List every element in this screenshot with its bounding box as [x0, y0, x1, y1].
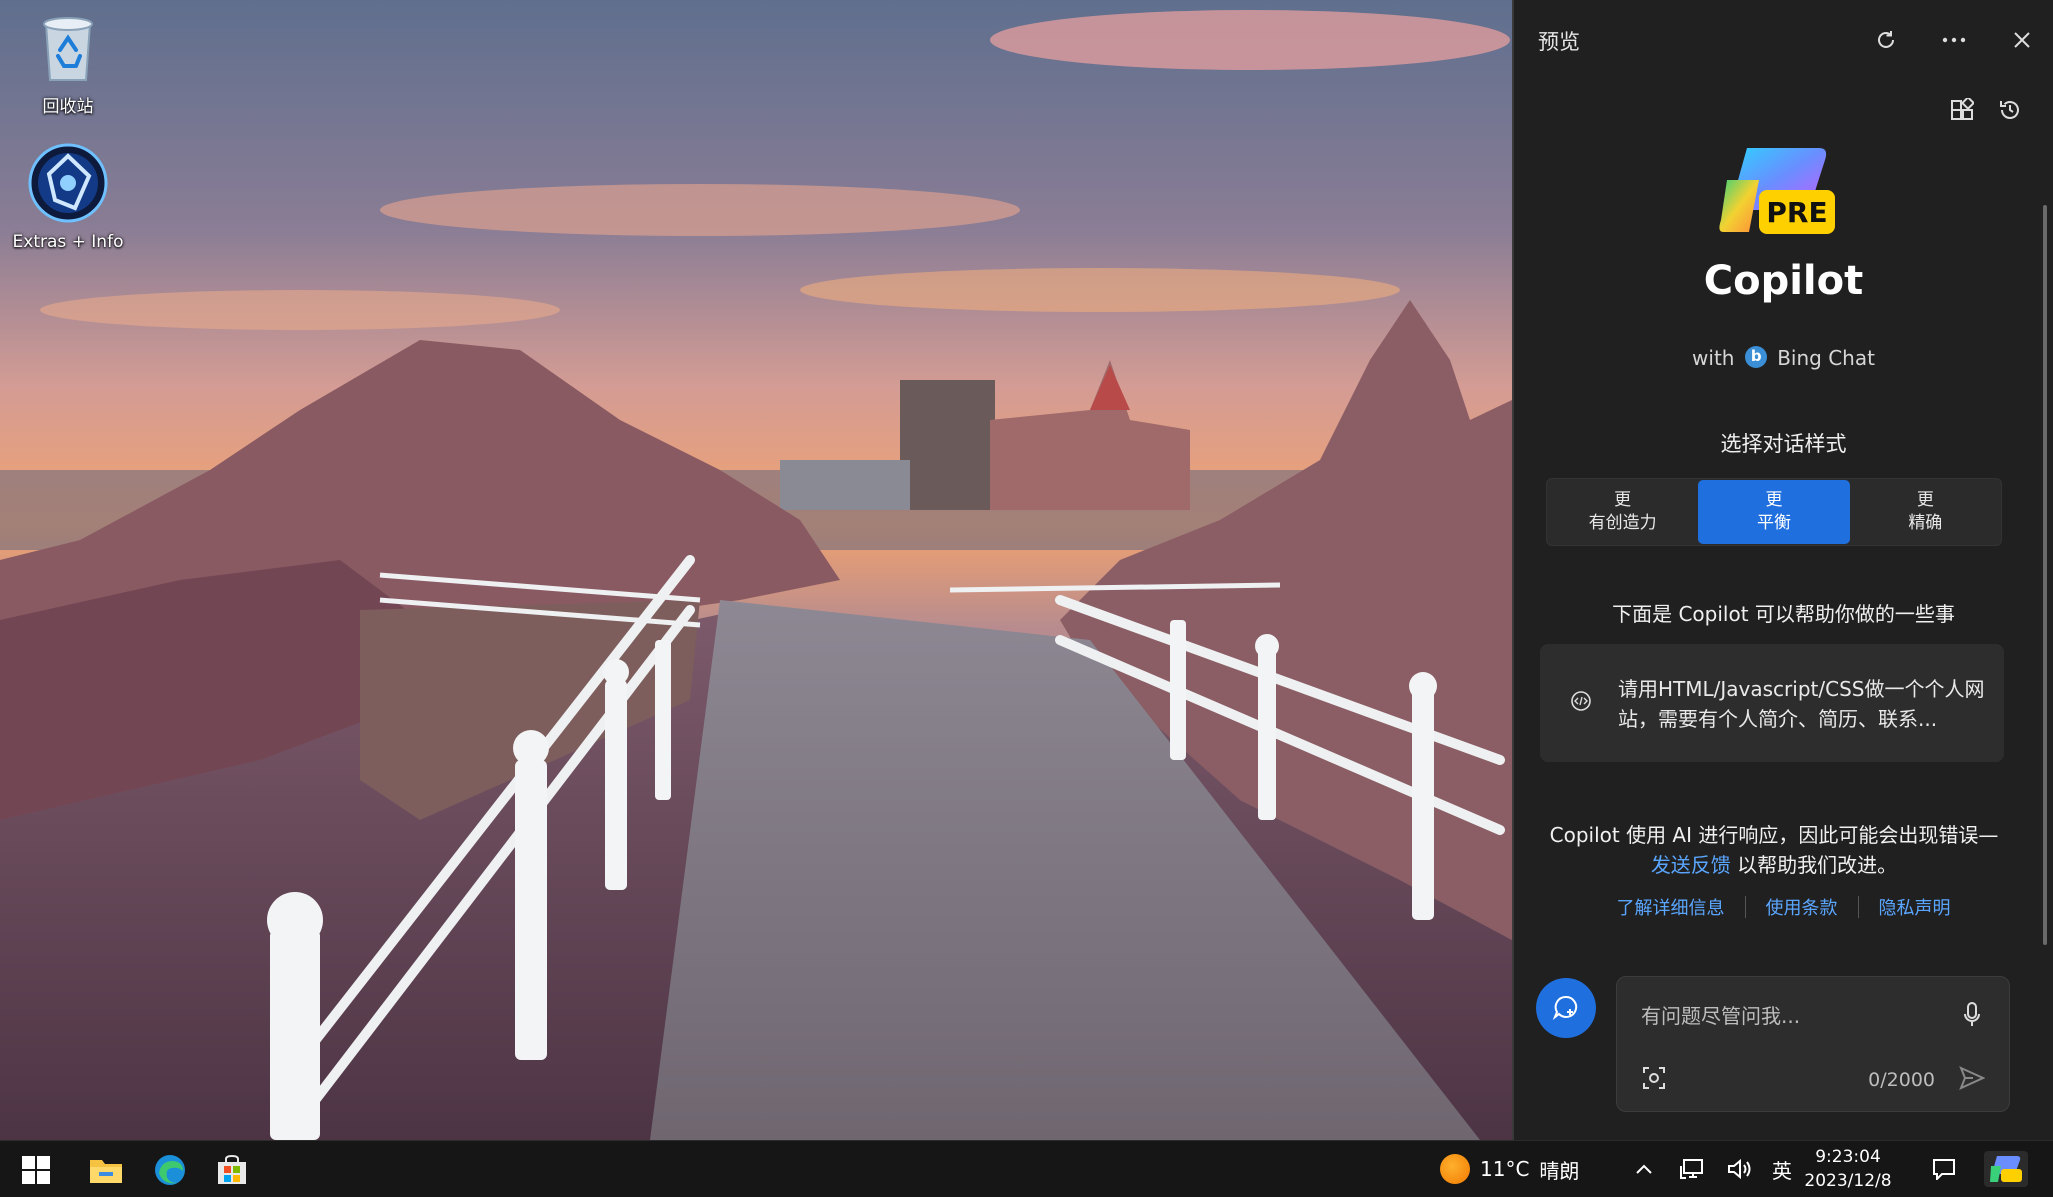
- copilot-scrollbar[interactable]: [2043, 205, 2047, 945]
- new-topic-button[interactable]: [1536, 978, 1596, 1038]
- send-feedback-link[interactable]: 发送反馈: [1651, 853, 1731, 877]
- disclaimer-text-end: 以帮助我们改进。: [1730, 853, 1898, 877]
- conversation-style-selector: 更 有创造力 更 平衡 更 精确: [1546, 478, 2002, 546]
- windows-start-icon: [22, 1156, 50, 1184]
- chat-composer: 0/2000: [1616, 976, 2010, 1112]
- copilot-header-title: 预览: [1538, 30, 1580, 54]
- terms-of-use-link[interactable]: 使用条款: [1746, 894, 1858, 920]
- input-language-button[interactable]: 英: [1764, 1151, 1800, 1187]
- clock[interactable]: 9:23:04 2023/12/8: [1798, 1145, 1898, 1193]
- copilot-sidebar: 预览 PRE Copilot with b Bing Chat 选择对话样式 更…: [1512, 0, 2053, 1140]
- sunny-weather-icon: [1440, 1154, 1470, 1184]
- desktop-icon-label: Extras + Info: [12, 232, 124, 252]
- character-count: 0/2000: [1868, 1069, 1935, 1091]
- ask-input[interactable]: [1639, 999, 1943, 1033]
- start-button[interactable]: [10, 1147, 62, 1193]
- product-name: Copilot: [1703, 258, 1864, 304]
- clock-time: 9:23:04: [1815, 1147, 1881, 1167]
- image-capture-icon: [1643, 1067, 1665, 1089]
- new-chat-icon: [1552, 995, 1578, 1020]
- footer-links: 了解详细信息 使用条款 隐私声明: [1514, 894, 2053, 920]
- style-line2: 平衡: [1756, 513, 1791, 533]
- plugins-button[interactable]: [1942, 90, 1982, 130]
- refresh-button[interactable]: [1866, 20, 1906, 60]
- microsoft-store-icon: [218, 1154, 246, 1184]
- disclaimer: Copilot 使用 AI 进行响应，因此可能会出现错误— 发送反馈 以帮助我们改…: [1544, 820, 2004, 880]
- weather-description: 晴朗: [1539, 1158, 1580, 1183]
- desktop-icon-label: 回收站: [42, 97, 94, 117]
- chevron-up-icon: [1636, 1164, 1652, 1174]
- style-line1: 更: [1765, 490, 1783, 510]
- weather-temperature: 11°C: [1480, 1157, 1530, 1181]
- volume-button[interactable]: [1722, 1151, 1758, 1187]
- bing-chat-label: Bing Chat: [1777, 346, 1875, 370]
- network-icon: [1680, 1159, 1703, 1179]
- notification-icon: [1933, 1159, 1955, 1180]
- microphone-icon: [1964, 1002, 1980, 1026]
- close-button[interactable]: [2002, 20, 2042, 60]
- taskbar-edge[interactable]: [144, 1147, 196, 1193]
- wallpaper-landscape: [0, 0, 1512, 1140]
- more-options-button[interactable]: [1934, 20, 1974, 60]
- style-line1: 更: [1916, 490, 1934, 510]
- show-hidden-icons-button[interactable]: [1626, 1151, 1662, 1187]
- clock-date: 2023/12/8: [1804, 1171, 1892, 1191]
- learn-more-link[interactable]: 了解详细信息: [1597, 894, 1745, 920]
- history-icon: [2000, 101, 2019, 119]
- desktop-icon-recycle-bin[interactable]: 回收站: [8, 10, 128, 117]
- disclaimer-text: Copilot 使用 AI 进行响应，因此可能会出现错误—: [1549, 823, 1999, 847]
- taskbar-file-explorer[interactable]: [80, 1147, 132, 1193]
- speaker-icon: [1728, 1158, 1751, 1180]
- conversation-style-title: 选择对话样式: [1720, 432, 1847, 456]
- weather-widget[interactable]: 11°C 晴朗: [1440, 1149, 1579, 1189]
- history-button[interactable]: [1990, 90, 2030, 130]
- logo-badge: PRE: [1766, 196, 1827, 229]
- style-line2: 有创造力: [1588, 513, 1657, 533]
- send-icon: [1959, 1066, 1985, 1090]
- plugins-icon: [1951, 98, 1974, 120]
- privacy-statement-link[interactable]: 隐私声明: [1859, 894, 1971, 920]
- with-label: with: [1692, 346, 1735, 370]
- notification-center-button[interactable]: [1926, 1151, 1962, 1187]
- desktop: 回收站 Extras + Info: [0, 0, 1512, 1140]
- style-balanced-button[interactable]: 更 平衡: [1698, 480, 1850, 544]
- network-button[interactable]: [1674, 1151, 1710, 1187]
- desktop-icon-extras-info[interactable]: Extras + Info: [8, 142, 128, 252]
- help-title: 下面是 Copilot 可以帮助你做的一些事: [1612, 602, 1955, 626]
- copilot-icon: [1990, 1156, 2022, 1182]
- copilot-logo: PRE: [1719, 148, 1835, 234]
- extras-info-icon: [28, 143, 108, 223]
- style-precise-button[interactable]: 更 精确: [1850, 479, 2001, 545]
- taskbar: 11°C 晴朗 英 9:23:04 2023/12/8: [0, 1140, 2053, 1197]
- screen-capture-button[interactable]: [1639, 1063, 1669, 1093]
- style-line1: 更: [1614, 490, 1632, 510]
- file-explorer-icon: [90, 1160, 122, 1183]
- code-icon: [1571, 691, 1591, 711]
- suggestion-text: 请用HTML/Javascript/CSS做一个个人网站，需要有个人简介、简历、…: [1618, 677, 1985, 731]
- suggestion-card[interactable]: 请用HTML/Javascript/CSS做一个个人网站，需要有个人简介、简历、…: [1540, 644, 2004, 762]
- refresh-icon: [1878, 31, 1894, 48]
- more-options-icon: [1942, 37, 1966, 43]
- with-bing-chat: with b Bing Chat: [1514, 346, 2053, 370]
- bing-icon: b: [1744, 346, 1767, 368]
- taskbar-microsoft-store[interactable]: [206, 1147, 258, 1193]
- style-line2: 精确: [1908, 513, 1943, 533]
- recycle-bin-icon: [43, 17, 93, 81]
- copilot-header: 预览: [1514, 0, 2053, 78]
- microphone-button[interactable]: [1957, 999, 1987, 1031]
- send-button[interactable]: [1955, 1063, 1989, 1093]
- copilot-taskbar-button[interactable]: [1984, 1151, 2028, 1187]
- close-icon: [2014, 32, 2030, 48]
- edge-browser-icon: [155, 1155, 185, 1185]
- style-creative-button[interactable]: 更 有创造力: [1547, 479, 1698, 545]
